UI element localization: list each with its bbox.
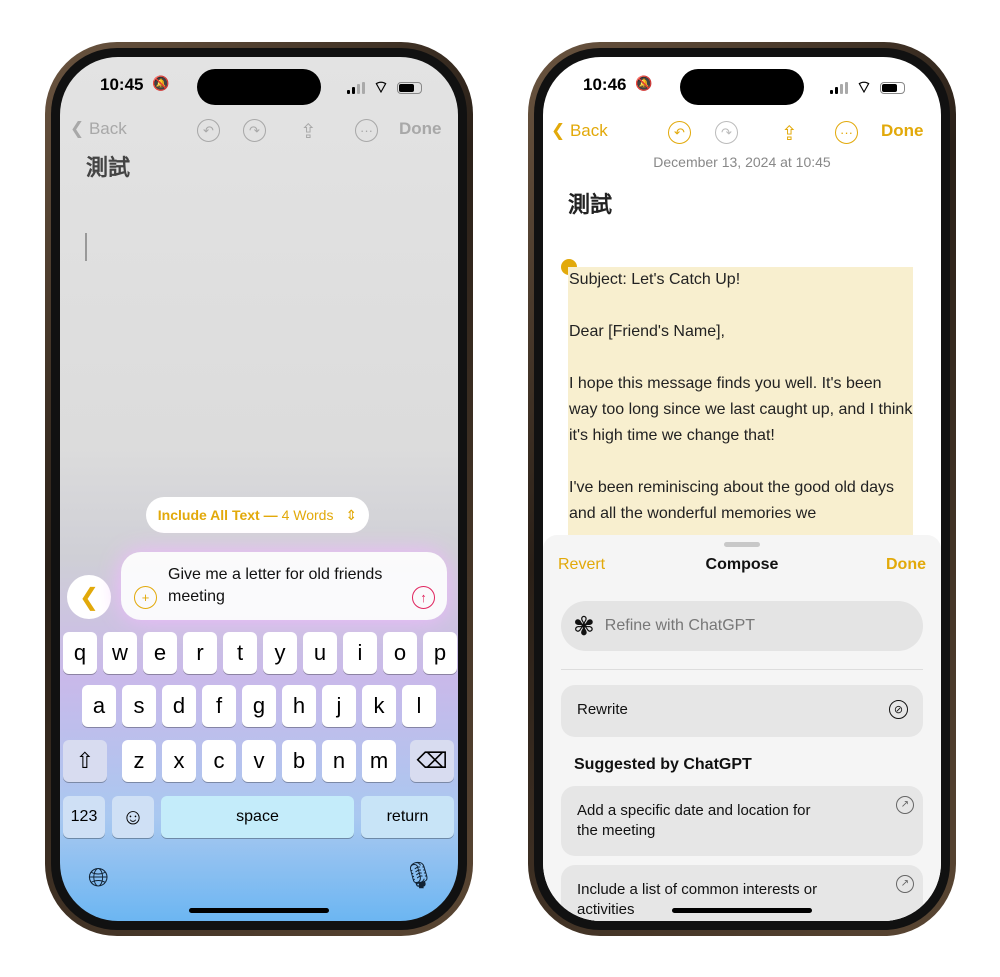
home-indicator [189, 908, 329, 913]
share-icon[interactable]: ⇪ [781, 121, 798, 146]
microphone-icon[interactable]: 🎙︎ [402, 860, 435, 891]
more-icon[interactable]: ··· [835, 121, 858, 144]
sheet-grabber[interactable] [724, 542, 760, 547]
home-indicator [672, 908, 812, 913]
key-g[interactable]: g [242, 685, 276, 727]
done-button[interactable]: Done [881, 121, 924, 141]
status-time: 10:46 [583, 75, 627, 94]
key-d[interactable]: d [162, 685, 196, 727]
prompt-input[interactable]: + Give me a letter for old friends meeti… [121, 552, 447, 620]
globe-icon[interactable]: 🌐︎ [88, 862, 109, 894]
bell-slash-icon: 🔕 [152, 75, 170, 91]
battery-icon [397, 81, 422, 94]
bell-slash-icon: 🔕 [635, 75, 653, 91]
chevron-left-icon: ❮ [70, 119, 89, 138]
body-paragraph: Dear [Friend's Name], [569, 323, 725, 340]
left-screen: 10:45 🔕 ⌔ ❮ Back ↶ ↷ ⇪ ··· Done 測試 Inclu… [60, 57, 458, 921]
back-circle-button[interactable]: ❮ [67, 575, 111, 619]
key-x[interactable]: x [162, 740, 196, 782]
chatgpt-logo-icon: ✾ [573, 610, 595, 641]
signal-icon [830, 81, 849, 94]
key-e[interactable]: e [143, 632, 177, 674]
status-time: 10:45 [100, 75, 144, 94]
emoji-icon: ☺ [121, 804, 145, 829]
prompt-text: Give me a letter for old friends meeting [168, 566, 383, 605]
arrow-up-right-icon: ↗ [896, 875, 914, 893]
key-m[interactable]: m [362, 740, 396, 782]
shift-key[interactable]: ⇧ [63, 740, 107, 782]
key-h[interactable]: h [282, 685, 316, 727]
sheet-title: Compose [705, 556, 779, 573]
done-button[interactable]: Done [399, 119, 442, 139]
note-title: 測試 [86, 155, 131, 180]
body-paragraph: I've been reminiscing about the good old… [569, 479, 895, 522]
key-u[interactable]: u [303, 632, 337, 674]
back-button[interactable]: ❮ Back [551, 121, 608, 141]
redo-icon[interactable]: ↷ [715, 121, 738, 144]
arrow-up-right-icon: ↗ [896, 796, 914, 814]
numbers-key[interactable]: 123 [63, 796, 105, 838]
return-key[interactable]: return [361, 796, 454, 838]
suggested-header: Suggested by ChatGPT [574, 756, 752, 773]
shift-icon: ⇧ [75, 748, 95, 773]
body-paragraph: I hope this message finds you well. It's… [569, 375, 913, 444]
battery-icon [880, 81, 905, 94]
suggestion-item[interactable]: Add a specific date and location for the… [561, 786, 923, 856]
note-date: December 13, 2024 at 10:45 [653, 154, 831, 170]
key-v[interactable]: v [242, 740, 276, 782]
key-i[interactable]: i [343, 632, 377, 674]
key-t[interactable]: t [223, 632, 257, 674]
key-l[interactable]: l [402, 685, 436, 727]
key-c[interactable]: c [202, 740, 236, 782]
plus-icon[interactable]: + [134, 586, 157, 609]
emoji-key[interactable]: ☺ [112, 796, 154, 838]
key-o[interactable]: o [383, 632, 417, 674]
body-paragraph: Subject: Let's Catch Up! [569, 271, 741, 288]
divider [561, 669, 923, 670]
back-button[interactable]: ❮ Back [70, 119, 127, 139]
rewrite-icon: ⊘ [889, 700, 908, 719]
done-button[interactable]: Done [886, 556, 926, 574]
signal-icon [347, 81, 366, 94]
key-p[interactable]: p [423, 632, 457, 674]
wifi-icon: ⌔ [856, 78, 872, 97]
compose-sheet: Revert Compose Done ✾ Refine with ChatGP… [543, 535, 941, 921]
note-title: 測試 [568, 192, 613, 217]
key-y[interactable]: y [263, 632, 297, 674]
chevron-updown-icon: ⇕ [345, 506, 358, 523]
undo-icon[interactable]: ↶ [197, 119, 220, 142]
send-arrow-icon[interactable]: ↑ [412, 586, 435, 609]
rewrite-button[interactable]: Rewrite ⊘ [561, 685, 923, 737]
key-q[interactable]: q [63, 632, 97, 674]
delete-icon: ⌫ [416, 748, 448, 773]
key-k[interactable]: k [362, 685, 396, 727]
key-j[interactable]: j [322, 685, 356, 727]
key-a[interactable]: a [82, 685, 116, 727]
left-phone: 10:45 🔕 ⌔ ❮ Back ↶ ↷ ⇪ ··· Done 測試 Inclu… [45, 42, 473, 936]
key-f[interactable]: f [202, 685, 236, 727]
text-cursor [85, 233, 87, 261]
more-icon[interactable]: ··· [355, 119, 378, 142]
key-w[interactable]: w [103, 632, 137, 674]
note-body: Subject: Let's Catch Up! Dear [Friend's … [568, 267, 913, 547]
chevron-left-icon: ❮ [551, 121, 570, 140]
status-bar: 10:46 🔕 ⌔ [543, 75, 941, 99]
status-bar: 10:45 🔕 ⌔ [60, 75, 458, 99]
key-s[interactable]: s [122, 685, 156, 727]
space-key[interactable]: space [161, 796, 354, 838]
undo-icon[interactable]: ↶ [668, 121, 691, 144]
chevron-left-icon: ❮ [78, 583, 100, 611]
right-phone: 10:46 🔕 ⌔ ❮ Back ↶ ↷ ⇪ ··· Done December… [528, 42, 956, 936]
key-b[interactable]: b [282, 740, 316, 782]
key-r[interactable]: r [183, 632, 217, 674]
delete-key[interactable]: ⌫ [410, 740, 454, 782]
share-icon[interactable]: ⇪ [300, 119, 317, 144]
wifi-icon: ⌔ [373, 78, 389, 97]
include-text-pill[interactable]: Include All Text —4 Words ⇕ [146, 497, 369, 533]
redo-icon[interactable]: ↷ [243, 119, 266, 142]
refine-input[interactable]: ✾ Refine with ChatGPT [561, 601, 923, 651]
key-n[interactable]: n [322, 740, 356, 782]
right-screen: 10:46 🔕 ⌔ ❮ Back ↶ ↷ ⇪ ··· Done December… [543, 57, 941, 921]
key-z[interactable]: z [122, 740, 156, 782]
